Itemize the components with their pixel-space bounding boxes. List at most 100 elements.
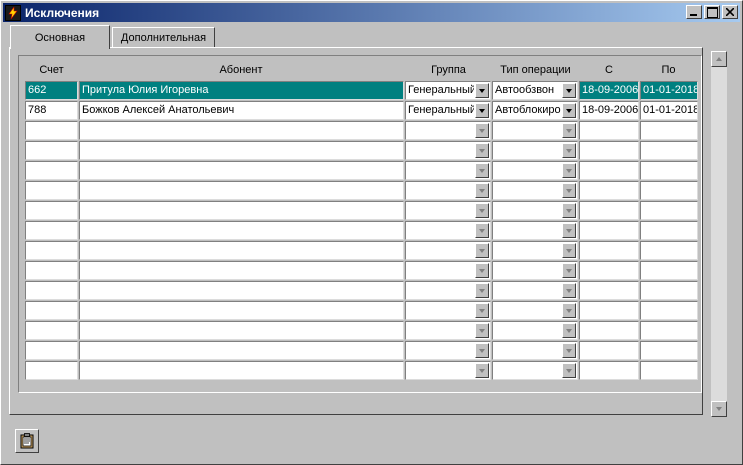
dropdown-arrow-icon[interactable] — [562, 323, 576, 338]
cell-account[interactable] — [25, 161, 78, 180]
cell-account[interactable] — [25, 241, 78, 260]
dropdown-arrow-icon[interactable] — [475, 143, 489, 158]
tab-main[interactable]: Основная — [10, 25, 110, 49]
cell-subscriber[interactable] — [79, 221, 404, 240]
combo-operation-type[interactable] — [492, 241, 578, 260]
cell-subscriber[interactable] — [79, 321, 404, 340]
table-row[interactable] — [25, 121, 698, 141]
combo-operation-type[interactable] — [492, 341, 578, 360]
table-row[interactable]: 788 Божков Алексей Анатольевич Генеральный… — [25, 101, 698, 121]
cell-account[interactable] — [25, 141, 78, 160]
cell-from[interactable] — [579, 141, 639, 160]
cell-from[interactable] — [579, 121, 639, 140]
combo-operation-type[interactable] — [492, 201, 578, 220]
cell-subscriber[interactable] — [79, 301, 404, 320]
dropdown-arrow-icon[interactable] — [475, 123, 489, 138]
clipboard-button[interactable] — [15, 429, 39, 453]
combo-group[interactable] — [405, 181, 491, 200]
cell-from[interactable]: 18-09-2006 — [579, 81, 639, 100]
cell-account[interactable] — [25, 361, 78, 380]
combo-operation-type[interactable]: Автоблокировка — [492, 101, 578, 120]
cell-account[interactable]: 662 — [25, 81, 78, 100]
table-row[interactable] — [25, 281, 698, 301]
combo-group[interactable] — [405, 121, 491, 140]
cell-to[interactable]: 01-01-2018 — [640, 101, 698, 120]
combo-operation-type[interactable] — [492, 181, 578, 200]
cell-subscriber[interactable] — [79, 201, 404, 220]
cell-to[interactable] — [640, 201, 698, 220]
cell-to[interactable] — [640, 281, 698, 300]
table-row[interactable] — [25, 201, 698, 221]
cell-to[interactable] — [640, 241, 698, 260]
cell-from[interactable] — [579, 221, 639, 240]
cell-subscriber[interactable] — [79, 261, 404, 280]
dropdown-arrow-icon[interactable] — [475, 343, 489, 358]
dropdown-arrow-icon[interactable] — [562, 103, 576, 118]
cell-subscriber[interactable] — [79, 341, 404, 360]
combo-operation-type[interactable] — [492, 301, 578, 320]
close-button[interactable] — [722, 5, 738, 19]
tab-additional[interactable]: Дополнительная — [112, 27, 215, 48]
cell-to[interactable] — [640, 221, 698, 240]
cell-account[interactable] — [25, 321, 78, 340]
table-row[interactable] — [25, 241, 698, 261]
cell-from[interactable] — [579, 181, 639, 200]
cell-subscriber[interactable] — [79, 181, 404, 200]
dropdown-arrow-icon[interactable] — [475, 283, 489, 298]
combo-group[interactable] — [405, 141, 491, 160]
dropdown-arrow-icon[interactable] — [562, 123, 576, 138]
combo-group[interactable] — [405, 241, 491, 260]
cell-account[interactable] — [25, 281, 78, 300]
table-row[interactable] — [25, 161, 698, 181]
maximize-button[interactable] — [704, 5, 720, 19]
cell-account[interactable]: 788 — [25, 101, 78, 120]
dropdown-arrow-icon[interactable] — [562, 223, 576, 238]
combo-operation-type[interactable]: Автообзвон — [492, 81, 578, 100]
table-row[interactable] — [25, 301, 698, 321]
cell-to[interactable] — [640, 341, 698, 360]
combo-group[interactable] — [405, 281, 491, 300]
combo-group[interactable] — [405, 301, 491, 320]
combo-operation-type[interactable] — [492, 261, 578, 280]
cell-account[interactable] — [25, 121, 78, 140]
dropdown-arrow-icon[interactable] — [562, 163, 576, 178]
combo-group[interactable] — [405, 261, 491, 280]
cell-from[interactable] — [579, 281, 639, 300]
table-row[interactable] — [25, 341, 698, 361]
table-row[interactable] — [25, 321, 698, 341]
combo-group[interactable] — [405, 221, 491, 240]
dropdown-arrow-icon[interactable] — [475, 183, 489, 198]
combo-group[interactable] — [405, 161, 491, 180]
dropdown-arrow-icon[interactable] — [562, 343, 576, 358]
cell-subscriber[interactable]: Божков Алексей Анатольевич — [79, 101, 404, 120]
table-row[interactable] — [25, 261, 698, 281]
combo-group[interactable]: Генеральный — [405, 81, 491, 100]
combo-operation-type[interactable] — [492, 121, 578, 140]
lightning-app-icon[interactable] — [5, 4, 21, 21]
dropdown-arrow-icon[interactable] — [562, 303, 576, 318]
cell-from[interactable] — [579, 321, 639, 340]
dropdown-arrow-icon[interactable] — [475, 323, 489, 338]
combo-group[interactable] — [405, 361, 491, 380]
cell-from[interactable] — [579, 361, 639, 380]
dropdown-arrow-icon[interactable] — [475, 103, 489, 118]
cell-from[interactable] — [579, 261, 639, 280]
dropdown-arrow-icon[interactable] — [475, 203, 489, 218]
combo-group[interactable] — [405, 321, 491, 340]
cell-subscriber[interactable] — [79, 121, 404, 140]
cell-from[interactable] — [579, 161, 639, 180]
cell-subscriber[interactable] — [79, 161, 404, 180]
cell-to[interactable] — [640, 181, 698, 200]
combo-operation-type[interactable] — [492, 141, 578, 160]
dropdown-arrow-icon[interactable] — [475, 83, 489, 98]
cell-subscriber[interactable] — [79, 141, 404, 160]
cell-from[interactable] — [579, 241, 639, 260]
dropdown-arrow-icon[interactable] — [475, 223, 489, 238]
dropdown-arrow-icon[interactable] — [475, 263, 489, 278]
combo-operation-type[interactable] — [492, 281, 578, 300]
dropdown-arrow-icon[interactable] — [562, 143, 576, 158]
combo-group[interactable] — [405, 341, 491, 360]
cell-to[interactable] — [640, 161, 698, 180]
vertical-scrollbar[interactable] — [711, 51, 727, 417]
table-row[interactable]: 662 Притула Юлия Игоревна Генеральный Автоо… — [25, 81, 698, 101]
